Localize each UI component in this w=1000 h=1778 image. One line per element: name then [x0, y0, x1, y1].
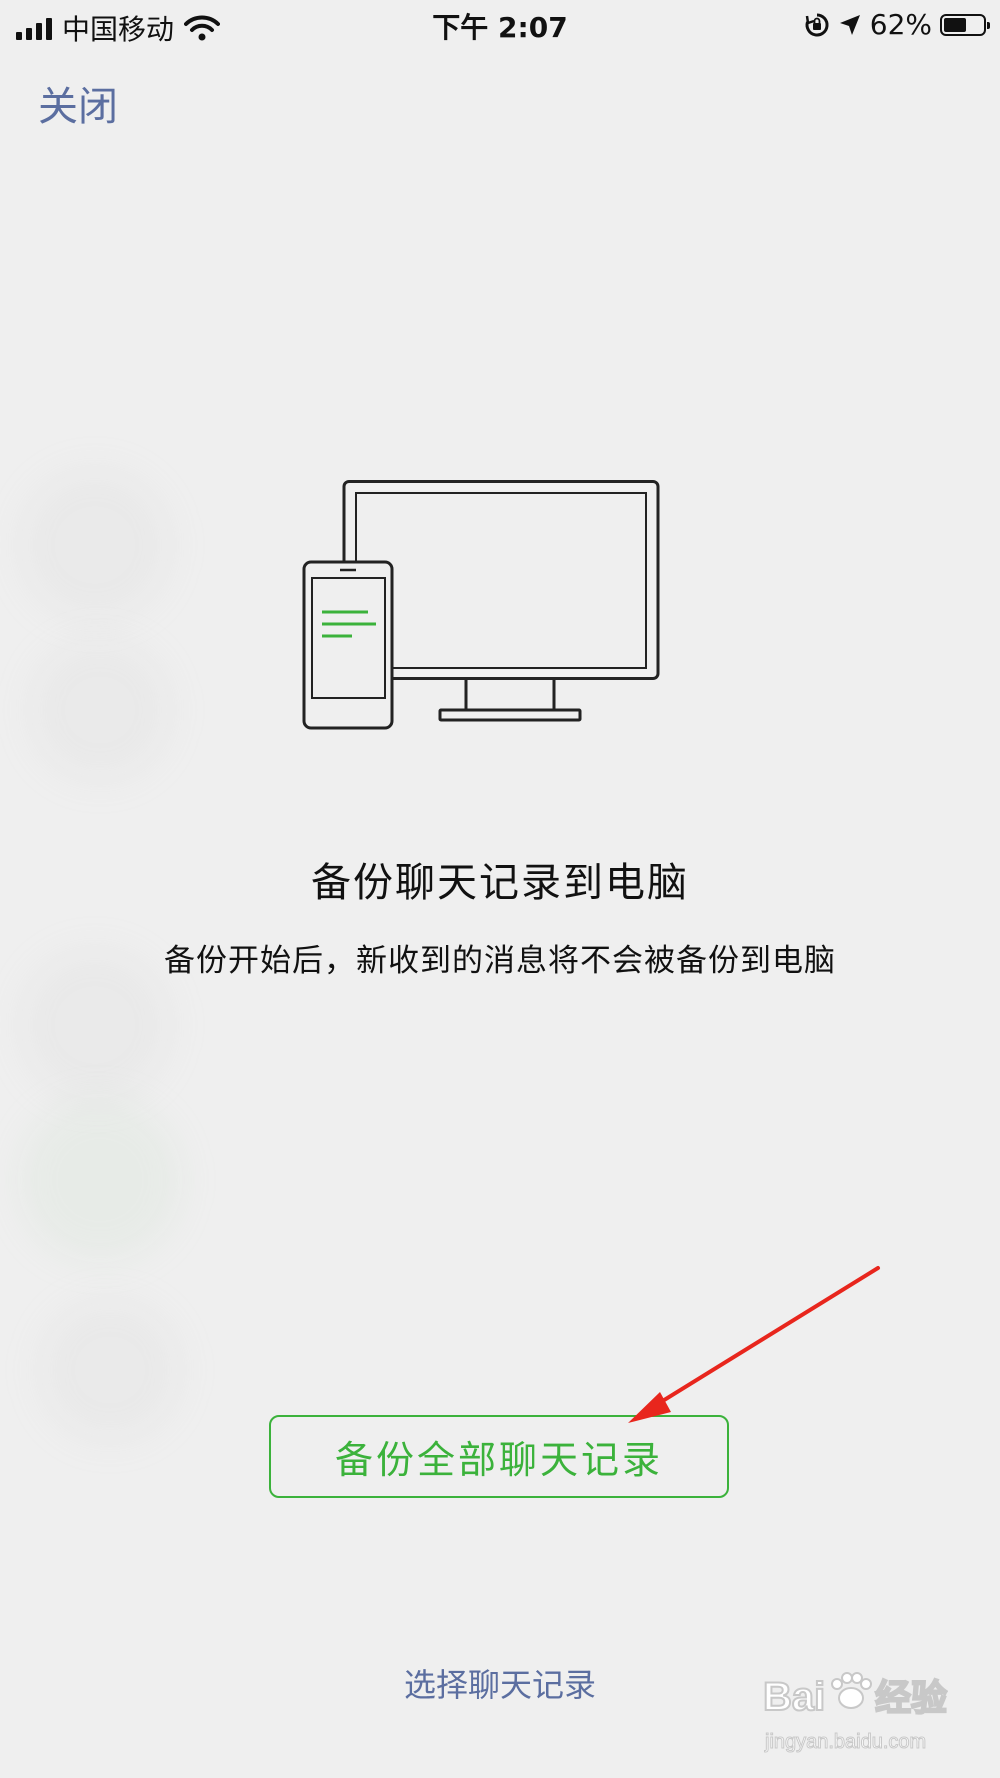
battery-icon: [940, 13, 990, 36]
background-ghost: [20, 470, 170, 620]
background-ghost: [20, 1100, 180, 1260]
close-button[interactable]: 关闭: [38, 74, 118, 132]
status-right: 62%: [804, 8, 990, 41]
phone-icon: [302, 560, 394, 730]
background-ghost: [30, 640, 170, 780]
baidu-logo: Bai 经验 jingyan.baidu.com: [762, 1672, 948, 1754]
backup-screen: 中国移动 下午 2:07 62% 关闭 备份聊天记录到电脑 备份开始后，新收到的…: [0, 0, 1000, 1778]
rotation-lock-icon: [805, 12, 829, 36]
svg-text:经验: 经验: [875, 1677, 947, 1718]
svg-text:jingyan.baidu.com: jingyan.baidu.com: [764, 1731, 926, 1753]
battery-fill: [944, 17, 967, 32]
svg-text:Bai: Bai: [763, 1675, 825, 1719]
backup-all-button[interactable]: 备份全部聊天记录: [269, 1415, 729, 1498]
battery-tip: [987, 21, 990, 29]
baidu-watermark: Bai 经验 jingyan.baidu.com: [762, 1668, 948, 1760]
battery-percent: 62%: [869, 8, 932, 41]
status-bar: 中国移动 下午 2:07 62%: [0, 0, 1000, 50]
background-ghost: [40, 1300, 180, 1440]
location-icon: [839, 14, 860, 35]
page-subtitle: 备份开始后，新收到的消息将不会被备份到电脑: [164, 943, 836, 979]
phone-to-computer-icon: [302, 480, 660, 730]
page-title: 备份聊天记录到电脑: [311, 860, 689, 906]
